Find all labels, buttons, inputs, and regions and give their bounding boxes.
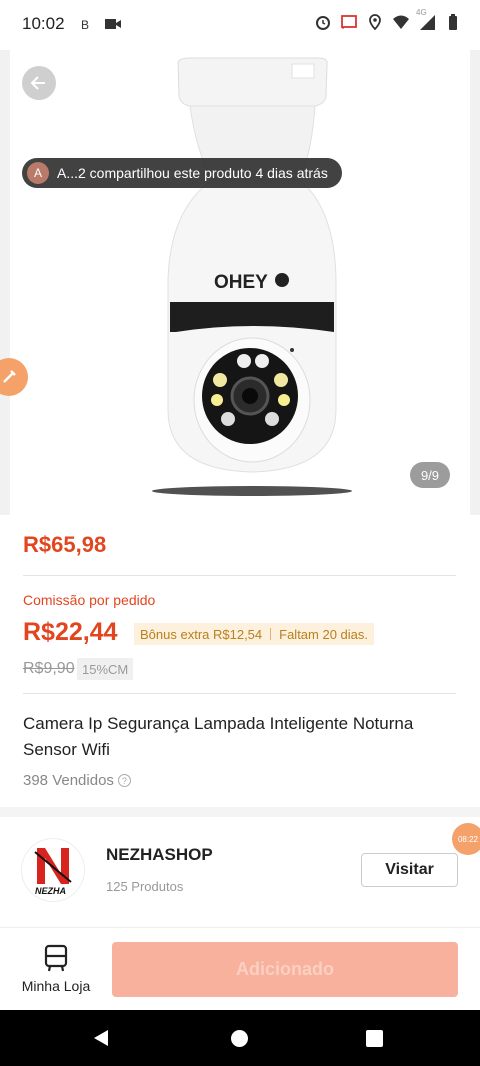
divider xyxy=(23,575,456,576)
arrow-left-icon xyxy=(30,76,45,90)
product-price: R$65,98 xyxy=(23,532,107,557)
sold-count: 398 Vendidos ? xyxy=(23,772,131,789)
shop-card: NEZHA NEZHASHOP 125 Produtos Visitar 08:… xyxy=(0,817,480,927)
alarm-icon xyxy=(316,16,330,30)
cm-badge: 15%CM xyxy=(77,658,134,680)
status-bar: 10:02 B 4G xyxy=(0,0,480,50)
nav-recents-icon[interactable] xyxy=(366,1030,383,1047)
sold-text: 398 Vendidos xyxy=(23,772,114,789)
bottom-action-bar: Minha Loja Adicionado xyxy=(0,927,480,1011)
cast-icon xyxy=(341,15,357,29)
help-icon[interactable]: ? xyxy=(117,774,131,787)
commission-label: Comissão por pedido xyxy=(23,592,156,608)
video-icon xyxy=(105,19,121,29)
wifi-icon xyxy=(393,15,409,29)
section-divider xyxy=(0,807,480,817)
shop-name[interactable]: NEZHASHOP xyxy=(106,845,213,865)
share-activity-pill: A A...2 compartilhou este produto 4 dias… xyxy=(22,158,342,188)
add-to-store-button[interactable]: Adicionado xyxy=(112,942,458,997)
network-label: 4G xyxy=(416,8,427,17)
nav-home-icon[interactable] xyxy=(231,1030,248,1047)
signal-4g-icon: 4G xyxy=(416,8,436,31)
nezha-logo-icon: NEZHA xyxy=(34,848,72,896)
brand-logo-text: OHEY xyxy=(214,272,268,293)
svg-text:NEZHA: NEZHA xyxy=(35,886,66,896)
days-left: Faltam 20 dias. xyxy=(279,626,369,642)
visit-shop-button[interactable]: Visitar xyxy=(361,853,458,887)
brush-icon xyxy=(3,370,16,383)
my-store-button[interactable]: Minha Loja xyxy=(20,944,92,994)
svg-text:B: B xyxy=(81,18,89,32)
system-navigation-bar xyxy=(0,1010,480,1066)
bonus-text: Bônus extra R$12,54 xyxy=(140,626,263,642)
shop-product-count: 125 Produtos xyxy=(106,879,184,894)
bonus-badge: Bônus extra R$12,54 Faltam 20 dias. xyxy=(134,623,375,645)
sharer-avatar: A xyxy=(27,162,49,184)
location-icon xyxy=(369,14,381,31)
divider xyxy=(23,693,456,694)
image-counter: 9/9 xyxy=(410,462,450,488)
product-image-gallery[interactable]: OHEY A A...2 compartilhou este produto 4… xyxy=(0,50,480,515)
old-price: R$9,90 xyxy=(23,660,75,677)
nav-back-icon[interactable] xyxy=(92,1028,112,1048)
shop-logo[interactable]: NEZHA xyxy=(22,839,84,901)
share-text: A...2 compartilhou este produto 4 dias a… xyxy=(57,165,328,181)
store-cart-icon xyxy=(44,944,68,972)
product-image: OHEY xyxy=(152,57,352,496)
commission-value: R$22,44 xyxy=(23,618,118,646)
battery-icon xyxy=(449,14,457,30)
notification-b-icon: B xyxy=(81,18,89,32)
my-store-label: Minha Loja xyxy=(21,978,91,994)
product-title: Camera Ip Segurança Lampada Inteligente … xyxy=(23,714,414,759)
timer-badge[interactable]: 08:22 xyxy=(452,823,480,855)
status-time: 10:02 xyxy=(22,14,65,33)
back-button[interactable] xyxy=(22,66,56,100)
